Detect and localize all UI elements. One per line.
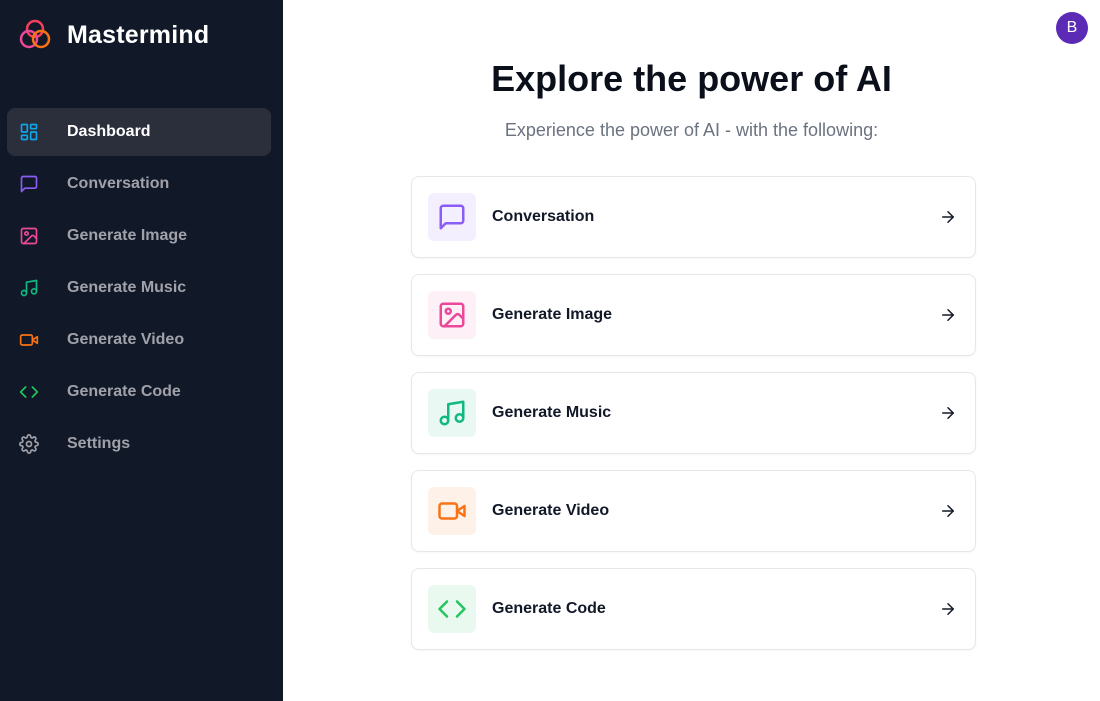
- tool-card-label: Generate Image: [492, 306, 613, 323]
- message-square-icon: [19, 174, 39, 194]
- message-square-icon: [428, 193, 476, 241]
- sidebar-item-settings[interactable]: Settings: [7, 420, 271, 468]
- avatar-initial: B: [1066, 19, 1078, 36]
- arrow-right-icon: [939, 404, 957, 422]
- music-icon: [19, 278, 39, 298]
- image-icon: [19, 226, 39, 246]
- arrow-right-icon: [939, 208, 957, 226]
- tool-card-label: Generate Code: [492, 600, 606, 617]
- sidebar-item-label: Generate Music: [67, 279, 187, 296]
- settings-icon: [19, 434, 39, 454]
- music-icon: [428, 389, 476, 437]
- sidebar-item-conversation[interactable]: Conversation: [7, 160, 271, 208]
- tool-card-conversation[interactable]: Conversation: [411, 176, 976, 258]
- page-subtitle: Experience the power of AI - with the fo…: [504, 120, 879, 140]
- sidebar-item-label: Generate Video: [67, 331, 185, 348]
- video-icon: [19, 330, 39, 350]
- sidebar-item-label: Generate Image: [67, 227, 188, 244]
- tool-card-label: Generate Video: [492, 502, 610, 519]
- video-icon: [428, 487, 476, 535]
- code-icon: [19, 382, 39, 402]
- mastermind-logo-icon: [19, 19, 51, 49]
- arrow-right-icon: [939, 600, 957, 618]
- sidebar-item-generate-image[interactable]: Generate Image: [7, 212, 271, 260]
- main-content: B Explore the power of AI Experience the…: [283, 0, 1100, 701]
- code-icon: [428, 585, 476, 633]
- tool-card-list: Conversation Generate Image Generate Mus…: [411, 176, 976, 666]
- image-icon: [428, 291, 476, 339]
- sidebar-item-generate-video[interactable]: Generate Video: [7, 316, 271, 364]
- sidebar-item-label: Conversation: [67, 175, 170, 192]
- sidebar: Mastermind Dashboard Conversation Genera…: [0, 0, 283, 701]
- page-title: Explore the power of AI: [491, 58, 892, 99]
- tool-card-generate-code[interactable]: Generate Code: [411, 568, 976, 650]
- sidebar-nav: Dashboard Conversation Generate Image Ge…: [7, 108, 271, 472]
- brand-name: Mastermind: [67, 20, 210, 49]
- sidebar-item-label: Settings: [67, 435, 131, 452]
- tool-card-label: Generate Music: [492, 404, 612, 421]
- tool-card-generate-music[interactable]: Generate Music: [411, 372, 976, 454]
- tool-card-generate-video[interactable]: Generate Video: [411, 470, 976, 552]
- sidebar-item-generate-music[interactable]: Generate Music: [7, 264, 271, 312]
- sidebar-item-generate-code[interactable]: Generate Code: [7, 368, 271, 416]
- sidebar-item-label: Dashboard: [67, 123, 151, 140]
- arrow-right-icon: [939, 502, 957, 520]
- sidebar-item-dashboard[interactable]: Dashboard: [7, 108, 271, 156]
- brand[interactable]: Mastermind: [18, 18, 209, 52]
- user-avatar[interactable]: B: [1056, 12, 1088, 44]
- sidebar-item-label: Generate Code: [67, 383, 181, 400]
- tool-card-generate-image[interactable]: Generate Image: [411, 274, 976, 356]
- arrow-right-icon: [939, 306, 957, 324]
- tool-card-label: Conversation: [492, 208, 595, 225]
- dashboard-icon: [19, 122, 39, 142]
